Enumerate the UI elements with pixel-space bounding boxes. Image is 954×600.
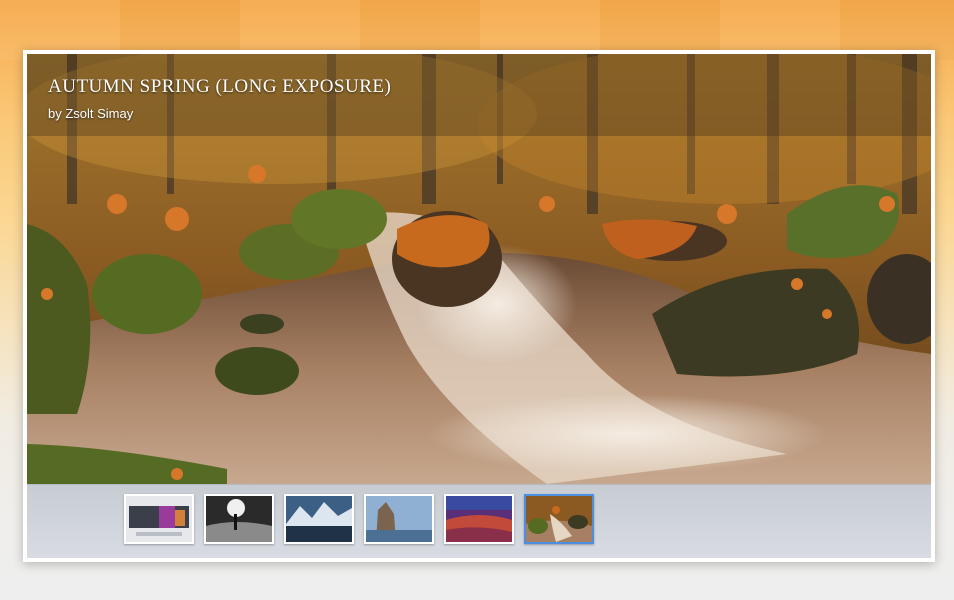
slide-caption: Autumn Spring (Long Exposure) by Zsolt S… (27, 54, 931, 136)
thumbnail-bar (27, 484, 931, 558)
image-slider: Autumn Spring (Long Exposure) by Zsolt S… (23, 50, 935, 562)
thumbnail-strip (124, 494, 604, 544)
thumb-rock-coast[interactable] (364, 494, 434, 544)
thumb-autumn-stream[interactable] (524, 494, 594, 544)
thumb-slider-demo[interactable] (124, 494, 194, 544)
slide-title: Autumn Spring (Long Exposure) (48, 76, 392, 97)
thumb-mountain-lake[interactable] (284, 494, 354, 544)
slide-viewport[interactable]: Autumn Spring (Long Exposure) by Zsolt S… (27, 54, 931, 484)
thumb-purple-sunset[interactable] (444, 494, 514, 544)
thumb-bw-figure[interactable] (204, 494, 274, 544)
slide-author: by Zsolt Simay (48, 106, 134, 121)
